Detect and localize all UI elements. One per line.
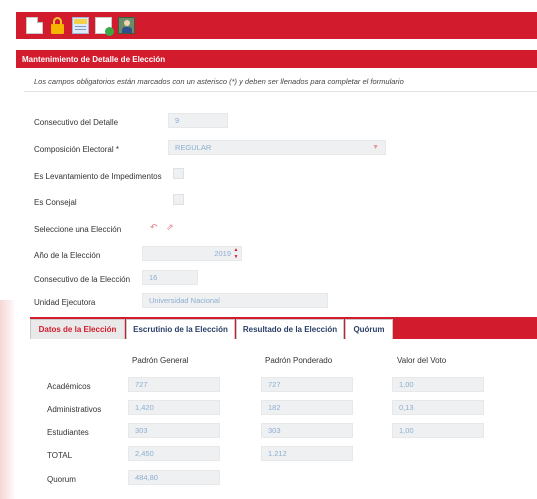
row-label-administrativos: Administrativos	[47, 405, 102, 414]
composicion-electoral-value: REGULAR	[175, 143, 212, 152]
anio-eleccion-stepper[interactable]: 2019 ▲ ▼	[142, 246, 242, 261]
header-valor-voto: Valor del Voto	[397, 356, 447, 365]
academicos-ponderado-field[interactable]: 727	[261, 377, 353, 392]
header-padron-ponderado: Padrón Ponderado	[265, 356, 333, 365]
quorum-label: Quorum	[47, 475, 76, 484]
tab-resultado-eleccion[interactable]: Resultado de la Elección	[236, 319, 344, 339]
consecutivo-detalle-field[interactable]: 9	[168, 113, 228, 128]
estudiantes-valor-field[interactable]: 1,00	[392, 423, 484, 438]
academicos-valor-field[interactable]: 1,00	[392, 377, 484, 392]
levantamiento-label: Es Levantamiento de Impedimentos	[34, 172, 162, 181]
total-ponderado-field[interactable]: 1.212	[261, 446, 353, 461]
administrativos-valor-field[interactable]: 0,13	[392, 400, 484, 415]
consecutivo-detalle-label: Consecutivo del Detalle	[34, 118, 119, 127]
section-title: Mantenimiento de Detalle de Elección	[16, 50, 537, 68]
estudiantes-general-field[interactable]: 303	[128, 423, 220, 438]
chevron-down-icon: ▼	[372, 144, 379, 151]
consecutivo-eleccion-field[interactable]: 16	[142, 270, 198, 285]
toolbar	[16, 12, 537, 39]
unidad-ejecutora-label: Unidad Ejecutora	[34, 298, 96, 307]
spreadsheet-icon[interactable]	[72, 17, 89, 34]
quorum-field[interactable]: 484,80	[128, 470, 220, 485]
composicion-electoral-label: Composición Electoral *	[34, 145, 119, 154]
external-link-icon[interactable]: ⇗	[166, 222, 174, 233]
header-padron-general: Padrón General	[132, 356, 189, 365]
unidad-ejecutora-field[interactable]: Universidad Nacional	[142, 293, 328, 308]
estudiantes-ponderado-field[interactable]: 303	[261, 423, 353, 438]
anio-eleccion-label: Año de la Elección	[34, 251, 101, 260]
new-document-icon[interactable]	[26, 17, 43, 34]
undo-icon[interactable]: ↶	[150, 222, 158, 233]
spinner-arrows-icon[interactable]: ▲ ▼	[233, 247, 239, 260]
consecutivo-eleccion-label: Consecutivo de la Elección	[34, 275, 131, 284]
tab-bar: Datos de la Elección Escrutinio de la El…	[30, 317, 537, 339]
academicos-general-field[interactable]: 727	[128, 377, 220, 392]
tab-escrutinio-eleccion[interactable]: Escrutinio de la Elección	[126, 319, 235, 339]
levantamiento-checkbox[interactable]	[173, 168, 184, 179]
section-title-text: Mantenimiento de Detalle de Elección	[22, 54, 166, 64]
required-notice: Los campos obligatorios están marcados c…	[34, 77, 404, 86]
seleccione-eleccion-label: Seleccione una Elección	[34, 225, 122, 234]
consejal-label: Es Consejal	[34, 198, 77, 207]
row-label-estudiantes: Estudiantes	[47, 428, 89, 437]
tab-datos-eleccion[interactable]: Datos de la Elección	[30, 319, 125, 339]
row-label-academicos: Académicos	[47, 382, 91, 391]
background-fade	[0, 300, 16, 499]
page-go-icon[interactable]	[95, 17, 114, 36]
tab-quorum[interactable]: Quórum	[345, 319, 393, 339]
lock-icon[interactable]	[49, 17, 66, 34]
administrativos-general-field[interactable]: 1,420	[128, 400, 220, 415]
composicion-electoral-select[interactable]: REGULAR ▼	[168, 140, 386, 155]
anio-eleccion-value: 2019	[214, 249, 231, 258]
administrativos-ponderado-field[interactable]: 182	[261, 400, 353, 415]
user-add-icon[interactable]	[118, 17, 135, 34]
total-general-field[interactable]: 2,450	[128, 446, 220, 461]
divider	[24, 91, 537, 92]
consejal-checkbox[interactable]	[173, 194, 184, 205]
row-label-total: TOTAL	[47, 451, 73, 460]
